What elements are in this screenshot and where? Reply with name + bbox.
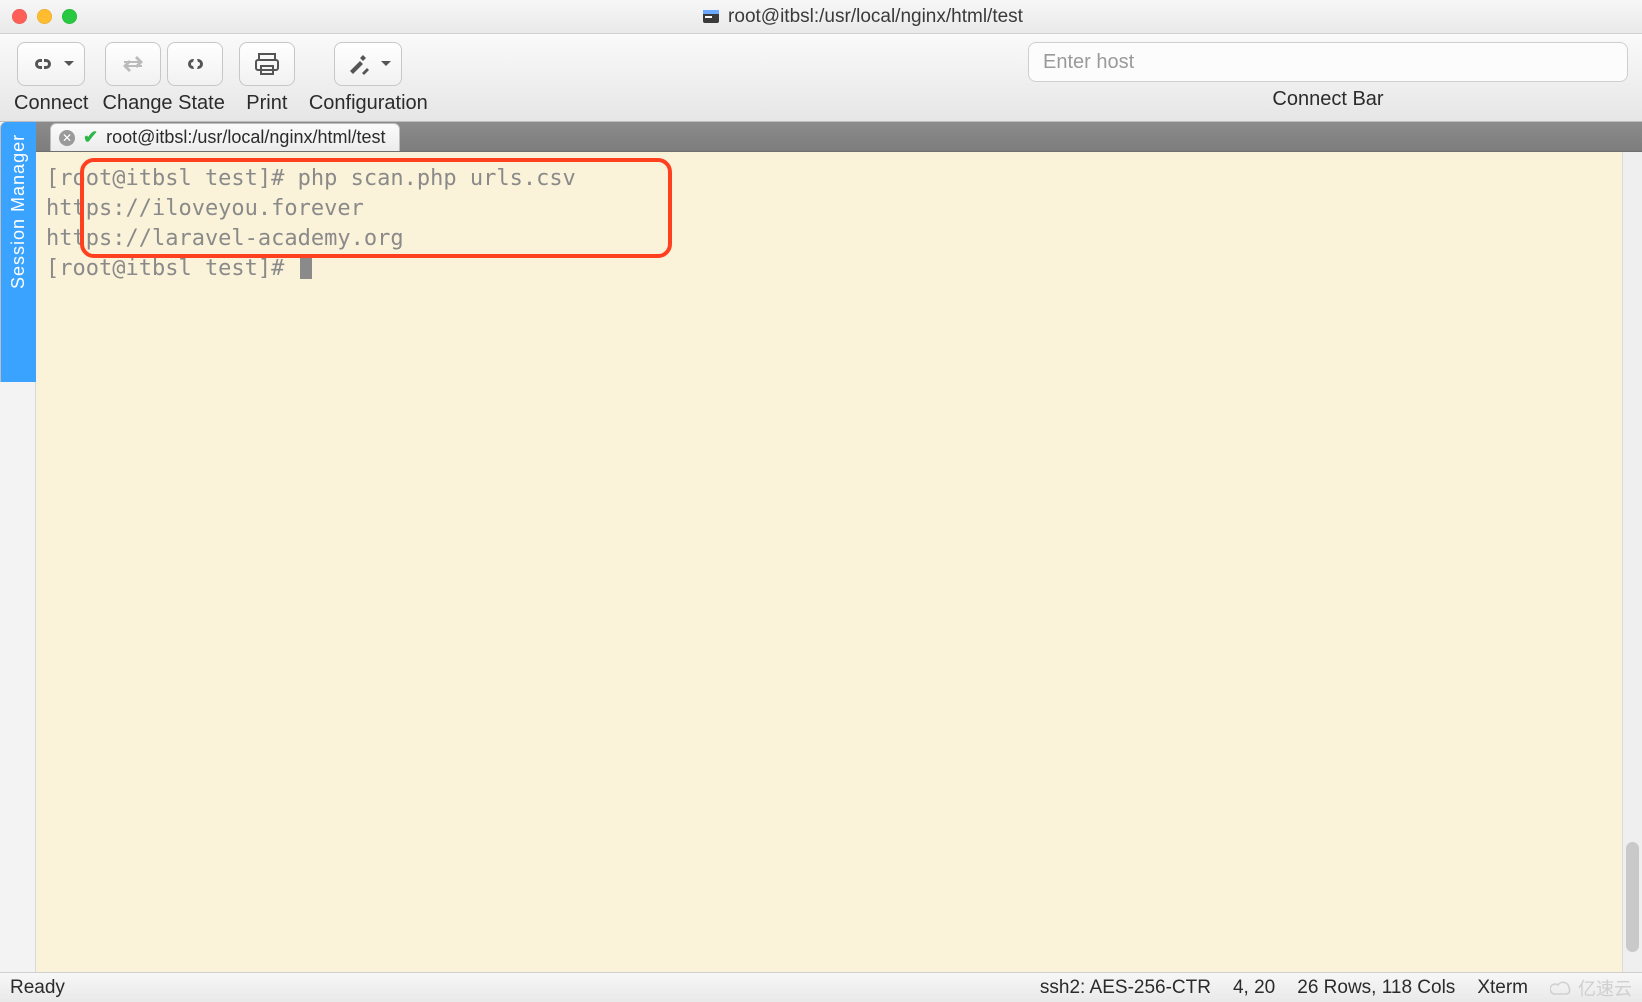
status-size: 26 Rows, 118 Cols xyxy=(1297,977,1455,999)
reconnect-icon xyxy=(120,52,146,76)
terminal-container: [root@itbsl test]# php scan.php urls.csv… xyxy=(36,152,1642,972)
vertical-scrollbar[interactable] xyxy=(1622,152,1642,972)
watermark: 亿速云 xyxy=(1550,975,1632,1001)
connect-button[interactable] xyxy=(17,42,85,86)
session-manager-label: Session Manager xyxy=(8,134,29,289)
printer-icon xyxy=(253,52,281,76)
session-manager-panel: Session Manager xyxy=(0,122,36,972)
configuration-group: Configuration xyxy=(309,42,428,115)
print-button[interactable] xyxy=(239,42,295,86)
window-title: root@itbsl:/usr/local/nginx/html/test xyxy=(95,6,1630,28)
window-controls xyxy=(12,9,77,24)
print-group: Print xyxy=(239,42,295,115)
configuration-label: Configuration xyxy=(309,92,428,115)
status-cipher: ssh2: AES-256-CTR xyxy=(1040,977,1211,999)
print-label: Print xyxy=(246,92,287,115)
terminal-line: [root@itbsl test]# php scan.php urls.csv xyxy=(46,166,576,191)
terminal-app-icon xyxy=(702,8,720,26)
change-state-label: Change State xyxy=(103,92,225,115)
tab-close-icon[interactable]: ✕ xyxy=(59,130,75,146)
tools-icon xyxy=(345,52,373,76)
reconnect-button[interactable] xyxy=(105,42,161,86)
connect-label: Connect xyxy=(14,92,89,115)
configuration-button[interactable] xyxy=(334,42,402,86)
connect-group: Connect xyxy=(14,42,89,115)
host-input[interactable] xyxy=(1028,42,1628,82)
main-area: ✕ ✔ root@itbsl:/usr/local/nginx/html/tes… xyxy=(36,122,1642,972)
link-icon xyxy=(28,52,56,76)
broken-link-icon xyxy=(182,52,208,76)
cloud-icon xyxy=(1550,980,1572,996)
terminal-cursor xyxy=(300,255,312,279)
close-window-button[interactable] xyxy=(12,9,27,24)
terminal-line: https://iloveyou.forever xyxy=(46,196,364,221)
maximize-window-button[interactable] xyxy=(62,9,77,24)
status-term: Xterm xyxy=(1477,977,1528,999)
connect-bar-label: Connect Bar xyxy=(1272,88,1383,111)
terminal-line: [root@itbsl test]# xyxy=(46,256,298,281)
toolbar: Connect Change State xyxy=(0,34,1642,122)
tab-title: root@itbsl:/usr/local/nginx/html/test xyxy=(106,127,385,148)
chevron-down-icon xyxy=(381,60,391,68)
workspace: Session Manager ✕ ✔ root@itbsl:/usr/loca… xyxy=(0,122,1642,972)
status-ready: Ready xyxy=(10,977,65,999)
tab-strip: ✕ ✔ root@itbsl:/usr/local/nginx/html/tes… xyxy=(36,122,1642,152)
terminal-line: https://laravel-academy.org xyxy=(46,226,404,251)
chevron-down-icon xyxy=(64,60,74,68)
session-manager-tab[interactable]: Session Manager xyxy=(0,122,36,382)
change-state-group: Change State xyxy=(103,42,225,115)
window-titlebar: root@itbsl:/usr/local/nginx/html/test xyxy=(0,0,1642,34)
terminal[interactable]: [root@itbsl test]# php scan.php urls.csv… xyxy=(36,152,1622,972)
watermark-text: 亿速云 xyxy=(1578,975,1632,1001)
window-title-text: root@itbsl:/usr/local/nginx/html/test xyxy=(728,6,1023,28)
disconnect-button[interactable] xyxy=(167,42,223,86)
connect-bar-group: Connect Bar xyxy=(1028,42,1628,111)
status-bar: Ready ssh2: AES-256-CTR 4, 20 26 Rows, 1… xyxy=(0,972,1642,1002)
status-cursor: 4, 20 xyxy=(1233,977,1275,999)
minimize-window-button[interactable] xyxy=(37,9,52,24)
scrollbar-thumb[interactable] xyxy=(1626,842,1639,952)
tab-connected-icon: ✔ xyxy=(83,127,98,148)
session-tab[interactable]: ✕ ✔ root@itbsl:/usr/local/nginx/html/tes… xyxy=(50,123,400,151)
